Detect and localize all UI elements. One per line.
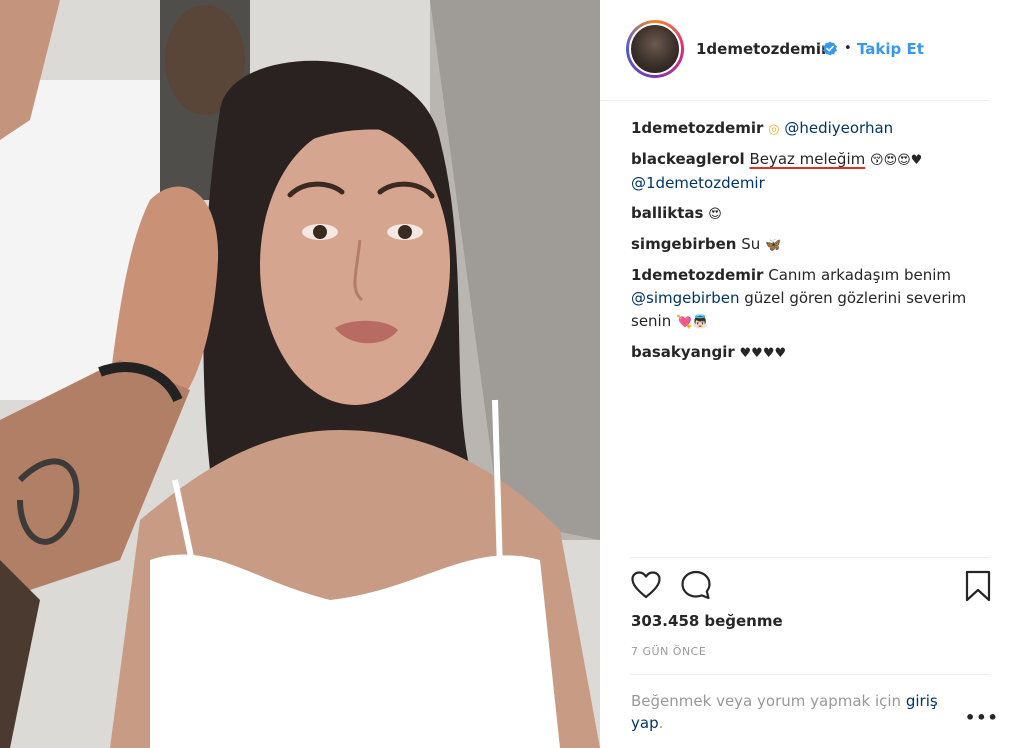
- post-photo-illustration: [0, 0, 600, 748]
- login-prompt-text: Beğenmek veya yorum yapmak için: [631, 692, 902, 710]
- comment-emoji: 💘👼🏻: [676, 315, 709, 330]
- comment-text: Canım arkadaşım benim: [768, 266, 952, 284]
- comment-item: 1demetozdemir Canım arkadaşım benim @sim…: [631, 264, 971, 334]
- login-prompt: Beğenmek veya yorum yapmak için giriş ya…: [631, 690, 961, 734]
- heart-icon[interactable]: [631, 571, 661, 599]
- comment-mention[interactable]: @simgebirben: [631, 289, 739, 307]
- footer-divider: [630, 674, 990, 675]
- follow-button[interactable]: Takip Et: [857, 40, 924, 58]
- comment-username[interactable]: basakyangir: [631, 343, 735, 361]
- comment-item: balliktas 😍: [631, 202, 971, 226]
- comment-item: basakyangir ♥♥♥♥: [631, 341, 971, 365]
- likes-label: beğenme: [704, 612, 783, 630]
- comment-bubble-icon[interactable]: [680, 570, 712, 600]
- comment-emoji: ◎: [768, 122, 780, 137]
- comment-text: Su: [741, 235, 761, 253]
- comment-item: 1demetozdemir ◎ @hediyeorhan: [631, 117, 971, 141]
- post-header: 1demetozdemir • Takip Et: [600, 0, 990, 101]
- comment-item: simgebirben Su 🦋: [631, 233, 971, 257]
- comment-username[interactable]: balliktas: [631, 204, 703, 222]
- comment-item: blackeaglerol Beyaz meleğim 😚😍😍♥ @1demet…: [631, 148, 971, 195]
- login-link-continued[interactable]: yap: [631, 714, 659, 732]
- header-separator: •: [844, 41, 852, 56]
- comment-text: Beyaz meleğim: [749, 150, 866, 168]
- comment-username[interactable]: 1demetozdemir: [631, 119, 763, 137]
- comment-username[interactable]: blackeaglerol: [631, 150, 745, 168]
- login-period: .: [658, 714, 664, 732]
- post-photo[interactable]: [0, 0, 600, 748]
- actions-divider: [630, 557, 990, 558]
- comments-list: 1demetozdemir ◎ @hediyeorhan blackeagler…: [631, 117, 971, 372]
- login-link[interactable]: giriş: [906, 692, 938, 710]
- likes-number: 303.458: [631, 612, 700, 630]
- comment-mention[interactable]: @1demetozdemir: [631, 174, 765, 192]
- comment-emoji: 😍: [708, 207, 722, 222]
- verified-badge-icon: [823, 41, 837, 56]
- post-time[interactable]: 7 GÜN ÖNCE: [631, 645, 706, 658]
- comment-emoji: ♥♥♥♥: [739, 346, 787, 361]
- comment-username[interactable]: simgebirben: [631, 235, 736, 253]
- avatar[interactable]: [626, 20, 684, 78]
- bookmark-icon[interactable]: [965, 570, 991, 602]
- header-username[interactable]: 1demetozdemir: [696, 40, 828, 58]
- avatar-image: [629, 23, 681, 75]
- comment-username[interactable]: 1demetozdemir: [631, 266, 763, 284]
- more-options-button[interactable]: •••: [965, 708, 999, 727]
- comment-emoji: 🦋: [765, 238, 782, 253]
- comment-mention[interactable]: @hediyeorhan: [784, 119, 893, 137]
- likes-count[interactable]: 303.458 beğenme: [631, 612, 788, 630]
- post-panel: 1demetozdemir • Takip Et 1demetozdemir ◎…: [600, 0, 1017, 748]
- comment-emoji: 😚😍😍♥: [870, 153, 923, 168]
